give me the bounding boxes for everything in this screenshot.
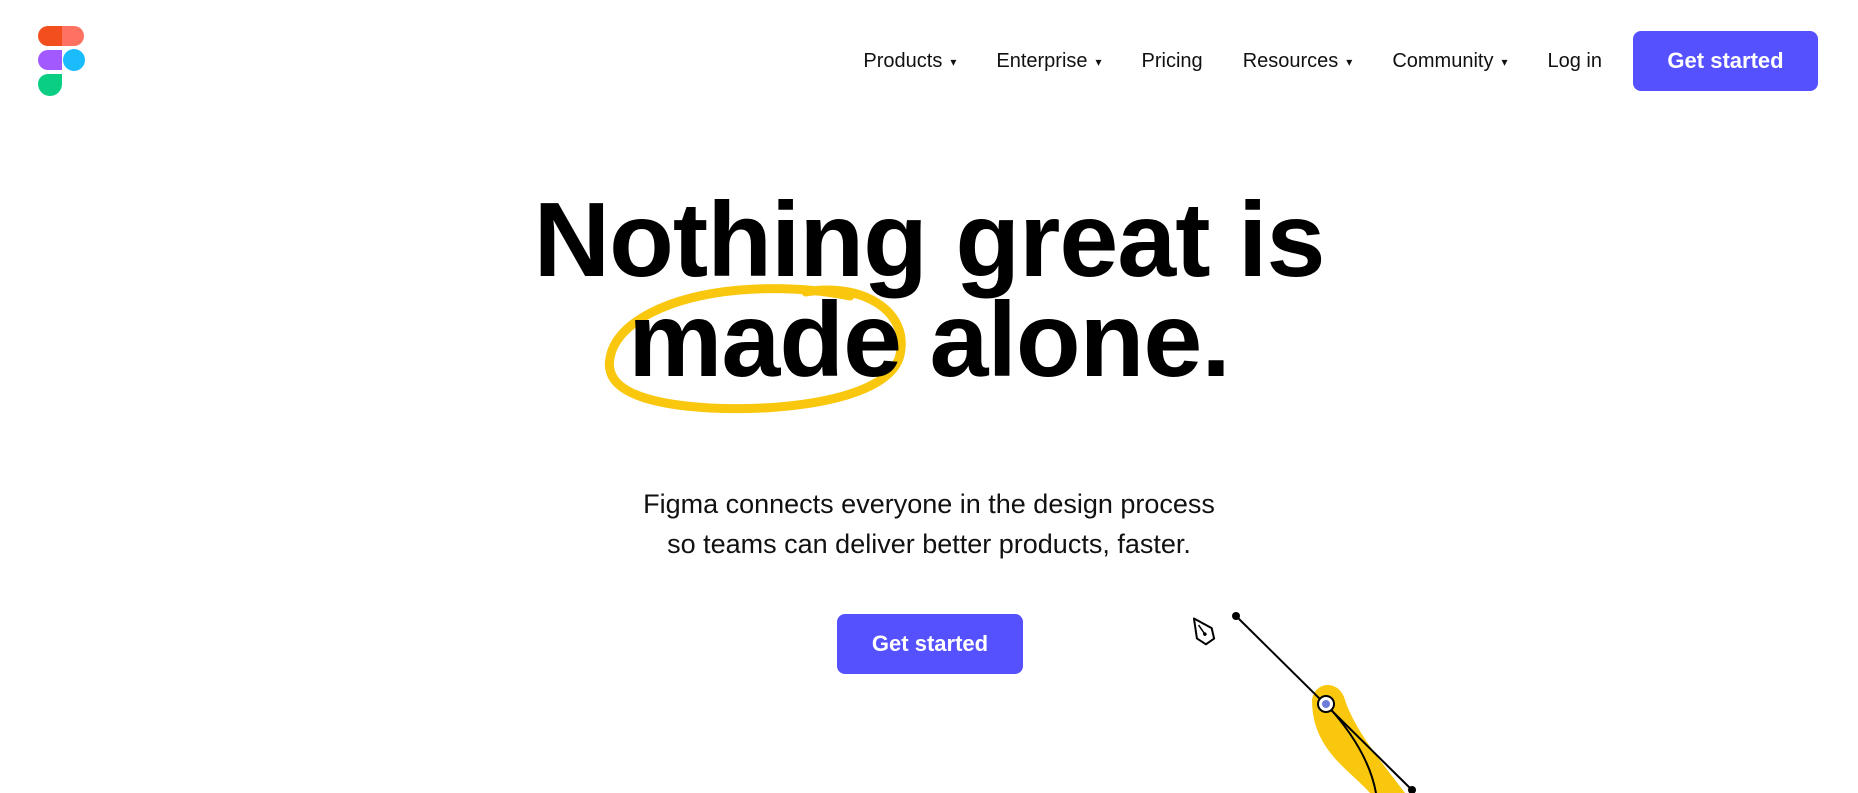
nav-item-enterprise[interactable]: Enterprise ▾ bbox=[996, 50, 1101, 73]
pen-tool-icon bbox=[1192, 617, 1216, 646]
pen-tool-illustration bbox=[1192, 612, 1416, 793]
hero-get-started-button[interactable]: Get started bbox=[837, 614, 1023, 674]
subhead-line-1: Figma connects everyone in the design pr… bbox=[643, 489, 1215, 519]
circled-word: made bbox=[605, 284, 906, 414]
nav-item-label: Enterprise bbox=[996, 49, 1088, 72]
login-link[interactable]: Log in bbox=[1548, 50, 1603, 73]
figma-homepage: Products ▾ Enterprise ▾ Pricing Resource… bbox=[0, 0, 1858, 793]
circled-word-text: made bbox=[628, 281, 902, 399]
hero-headline: Nothing great is made alone. bbox=[0, 181, 1858, 414]
main-nav: Products ▾ Enterprise ▾ Pricing Resource… bbox=[863, 31, 1818, 91]
nav-item-community[interactable]: Community ▾ bbox=[1392, 50, 1507, 73]
nav-get-started-button[interactable]: Get started bbox=[1633, 31, 1818, 91]
nav-item-label: Products bbox=[863, 49, 943, 72]
nav-item-products[interactable]: Products ▾ bbox=[863, 50, 956, 73]
headline-line-2: made alone. bbox=[0, 284, 1858, 414]
chevron-down-icon: ▾ bbox=[1346, 55, 1353, 69]
login-label: Log in bbox=[1547, 49, 1603, 72]
nav-item-label: Community bbox=[1392, 49, 1494, 72]
anchor-point-inner bbox=[1322, 700, 1330, 708]
handle-point-top bbox=[1232, 612, 1240, 620]
chevron-down-icon: ▾ bbox=[1095, 55, 1102, 69]
nav-item-label: Resources bbox=[1242, 49, 1339, 72]
headline-line-1: Nothing great is bbox=[533, 181, 1326, 299]
chevron-down-icon: ▾ bbox=[1501, 55, 1508, 69]
headline-line-2-rest: alone. bbox=[901, 281, 1231, 399]
subhead-line-2: so teams can deliver better products, fa… bbox=[667, 529, 1191, 559]
nav-item-label: Pricing bbox=[1141, 49, 1203, 72]
chevron-down-icon: ▾ bbox=[950, 55, 957, 69]
hero-subhead: Figma connects everyone in the design pr… bbox=[0, 484, 1858, 564]
nav-item-pricing[interactable]: Pricing bbox=[1142, 50, 1203, 73]
figma-logo[interactable] bbox=[36, 24, 88, 100]
nav-item-resources[interactable]: Resources ▾ bbox=[1243, 50, 1353, 73]
